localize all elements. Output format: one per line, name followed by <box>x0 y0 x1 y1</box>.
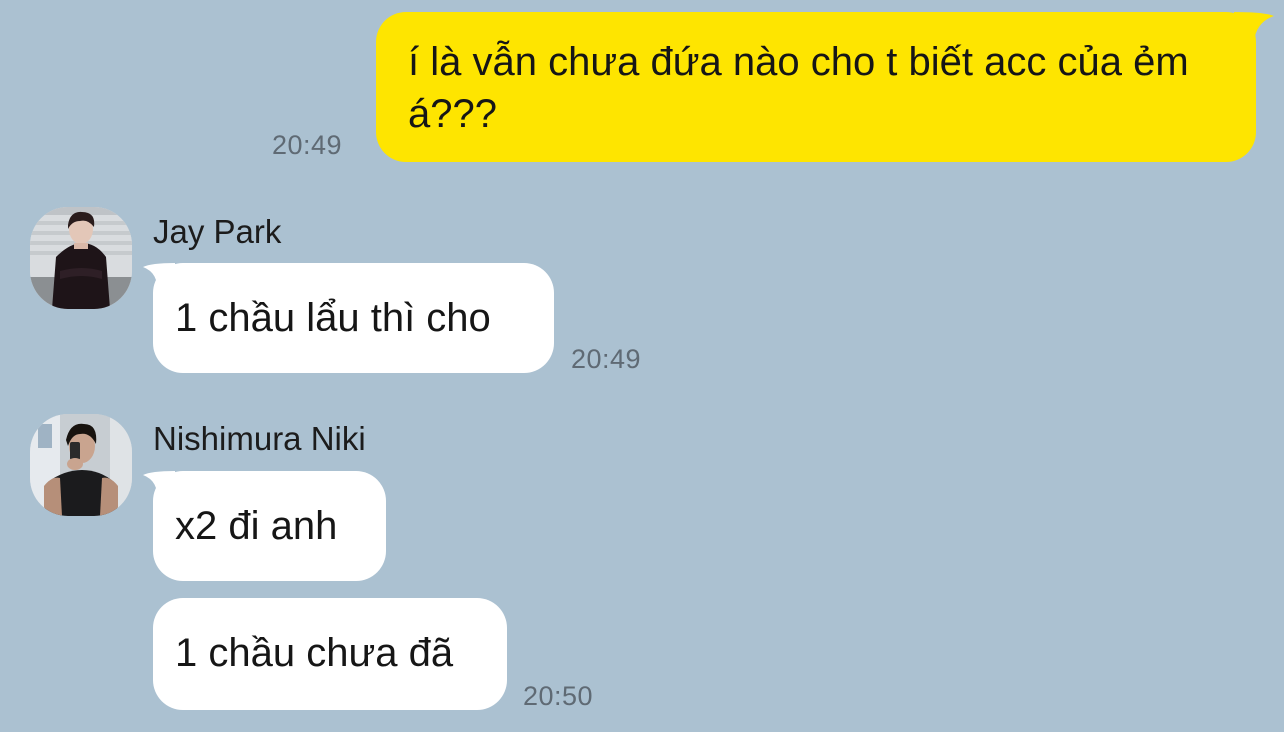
outgoing-message-bubble[interactable]: í là vẫn chưa đứa nào cho t biết acc của… <box>376 12 1256 162</box>
incoming-message-time: 20:49 <box>571 344 642 374</box>
incoming-message-bubble[interactable]: 1 chầu lẩu thì cho <box>153 263 554 373</box>
profile-photo-icon <box>30 414 132 516</box>
avatar-jay-park[interactable] <box>30 207 132 309</box>
incoming-message-text: 1 chầu chưa đã <box>175 631 454 675</box>
sender-name: Jay Park <box>153 213 282 250</box>
outgoing-message-time: 20:49 <box>272 130 343 160</box>
incoming-message-bubble[interactable]: 1 chầu chưa đã <box>153 598 507 710</box>
profile-photo-icon <box>30 207 132 309</box>
incoming-message-time: 20:50 <box>523 681 594 711</box>
avatar-nishimura-niki[interactable] <box>30 414 132 516</box>
incoming-message-text: x2 đi anh <box>175 504 338 548</box>
incoming-message-text: 1 chầu lẩu thì cho <box>175 296 491 340</box>
outgoing-message-text: í là vẫn chưa đứa nào cho t biết acc của… <box>408 40 1189 136</box>
chat-view: í là vẫn chưa đứa nào cho t biết acc của… <box>0 0 1284 732</box>
sender-name: Nishimura Niki <box>153 420 366 457</box>
incoming-message-bubble[interactable]: x2 đi anh <box>153 471 386 581</box>
